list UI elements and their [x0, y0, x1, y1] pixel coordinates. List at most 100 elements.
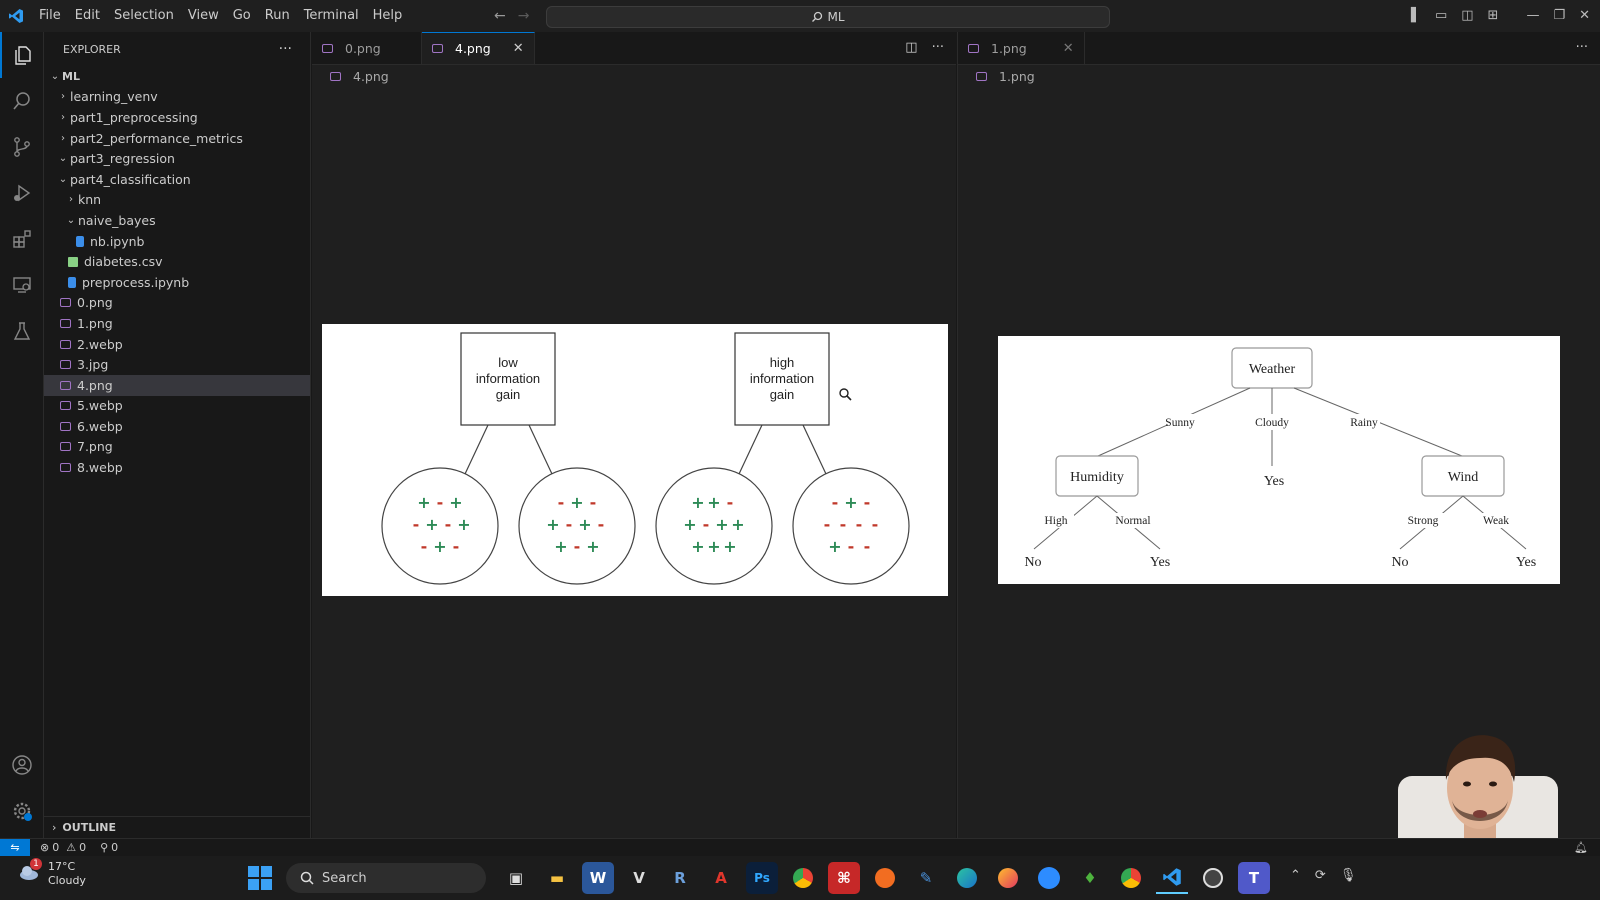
menu-run[interactable]: Run	[258, 0, 297, 32]
acrobat-icon[interactable]: A	[705, 862, 737, 894]
settings-gear-icon[interactable]	[0, 788, 44, 834]
close-window-icon[interactable]: ✕	[1579, 8, 1590, 23]
problems-indicator[interactable]: ⊗ 0 ⚠ 0	[40, 841, 86, 854]
edge-high: High	[1045, 515, 1068, 527]
notifications-bell-icon[interactable]: 🔔︎	[1574, 841, 1588, 854]
zoom-icon[interactable]	[1033, 862, 1065, 894]
testing-flask-icon[interactable]	[0, 308, 44, 354]
tab-0-png[interactable]: 0.png	[312, 32, 422, 64]
r-language-icon[interactable]: R	[664, 862, 696, 894]
firefox-icon[interactable]	[992, 862, 1024, 894]
chevron-down-icon: ⌄	[50, 70, 60, 82]
tab-4-png[interactable]: 4.png ✕	[422, 32, 535, 64]
tab-1-png[interactable]: 1.png ✕	[958, 32, 1085, 64]
breadcrumb-file[interactable]: 1.png	[999, 69, 1035, 84]
tree-file[interactable]: 0.png	[44, 293, 310, 314]
minus-sign: -	[558, 493, 565, 512]
remote-explorer-icon[interactable]	[0, 262, 44, 308]
tree-folder[interactable]: › part1_preprocessing	[44, 107, 310, 128]
customize-layout-icon[interactable]: ⊞	[1488, 8, 1499, 23]
vscode-taskbar-icon[interactable]	[1156, 862, 1188, 894]
more-actions-icon[interactable]: ···	[932, 40, 944, 55]
sync-icon[interactable]: ⟳	[1315, 868, 1326, 883]
tree-file[interactable]: 5.webp	[44, 396, 310, 417]
tree-file[interactable]: preprocess.ipynb	[44, 272, 310, 293]
app-blue-icon[interactable]: ✎	[910, 862, 942, 894]
menu-help[interactable]: Help	[366, 0, 410, 32]
accounts-icon[interactable]	[0, 742, 44, 788]
teams-icon[interactable]: T	[1238, 862, 1270, 894]
extensions-icon[interactable]	[0, 216, 44, 262]
toggle-secondary-sidebar-icon[interactable]: ◫	[1461, 8, 1473, 23]
tree-item-label: 7.png	[77, 439, 113, 455]
minimize-window-icon[interactable]: —	[1526, 8, 1539, 23]
cloud-icon: 1	[18, 858, 42, 882]
chevron-up-icon[interactable]: ⌃	[1290, 868, 1301, 883]
tree-folder[interactable]: › knn	[44, 190, 310, 211]
microphone-icon[interactable]: 🎙︎	[1340, 868, 1357, 883]
close-tab-icon[interactable]: ✕	[1063, 41, 1074, 56]
root-folder-label: ML	[62, 69, 80, 83]
tree-file[interactable]: 4.png	[44, 374, 310, 396]
more-actions-icon[interactable]: ···	[1576, 40, 1588, 55]
sketch-tool-icon[interactable]	[869, 862, 901, 894]
restore-window-icon[interactable]: ❐	[1553, 8, 1565, 23]
tree-folder[interactable]: ⌄ naive_bayes	[44, 210, 310, 231]
task-view-icon[interactable]: ▣	[500, 862, 532, 894]
chrome-profile-icon[interactable]	[1115, 862, 1147, 894]
forward-arrow-icon[interactable]: →	[518, 8, 530, 24]
github-desktop-icon[interactable]	[1197, 862, 1229, 894]
split-editor-icon[interactable]: ◫	[905, 40, 917, 55]
edge-weak: Weak	[1483, 515, 1509, 527]
explorer-root-folder[interactable]: ⌄ ML	[44, 66, 310, 87]
word-icon[interactable]: W	[582, 862, 614, 894]
tree-folder[interactable]: › part2_performance_metrics	[44, 128, 310, 149]
menu-go[interactable]: Go	[226, 0, 258, 32]
menu-edit[interactable]: Edit	[68, 0, 107, 32]
menu-file[interactable]: File	[32, 0, 68, 32]
weather-widget[interactable]: 1 17°C Cloudy	[18, 858, 86, 888]
vectorworks-icon[interactable]: V	[623, 862, 655, 894]
tree-file[interactable]: diabetes.csv	[44, 251, 310, 272]
breadcrumb-file[interactable]: 4.png	[353, 69, 389, 84]
edge-cloudy: Cloudy	[1255, 417, 1289, 429]
menu-view[interactable]: View	[181, 0, 226, 32]
tree-file[interactable]: 7.png	[44, 437, 310, 458]
photoshop-icon[interactable]: Ps	[746, 862, 778, 894]
run-debug-icon[interactable]	[0, 170, 44, 216]
edge-icon[interactable]	[951, 862, 983, 894]
tree-file[interactable]: 2.webp	[44, 334, 310, 355]
tree-folder[interactable]: ⌄ part3_regression	[44, 148, 310, 169]
search-icon[interactable]	[0, 78, 44, 124]
mongodb-icon[interactable]: ♦	[1074, 862, 1106, 894]
toggle-panel-icon[interactable]: ▭	[1435, 8, 1447, 23]
explorer-more-icon[interactable]: ···	[279, 41, 292, 57]
start-windows-icon[interactable]	[248, 866, 272, 890]
tree-file[interactable]: 8.webp	[44, 457, 310, 478]
warning-icon: ⚠	[66, 841, 77, 854]
toggle-sidebar-icon[interactable]: ▌	[1411, 8, 1421, 23]
outline-section[interactable]: › OUTLINE	[44, 816, 311, 838]
back-arrow-icon[interactable]: ←	[494, 8, 506, 24]
file-explorer-icon[interactable]: ▬	[541, 862, 573, 894]
ports-indicator[interactable]: ⚲ 0	[100, 841, 118, 854]
tree-file[interactable]: nb.ipynb	[44, 231, 310, 252]
taskbar-search[interactable]: Search	[286, 863, 486, 893]
plus-sign: +	[683, 515, 696, 534]
pdf-reader-icon[interactable]: ⌘	[828, 862, 860, 894]
remote-indicator-icon[interactable]: ⇋	[0, 838, 30, 857]
tree-file[interactable]: 1.png	[44, 313, 310, 334]
tree-folder[interactable]: ⌄ part4_classification	[44, 169, 310, 190]
chevron-right-icon: ›	[61, 132, 65, 144]
explorer-files-icon[interactable]	[0, 32, 44, 78]
menu-selection[interactable]: Selection	[107, 0, 181, 32]
chrome-icon[interactable]	[787, 862, 819, 894]
tree-folder[interactable]: › learning_venv	[44, 87, 310, 108]
tree-file[interactable]: 3.jpg	[44, 354, 310, 375]
menu-terminal[interactable]: Terminal	[297, 0, 366, 32]
tree-file[interactable]: 6.webp	[44, 416, 310, 437]
command-center-search[interactable]: ML	[546, 6, 1110, 28]
tree-item-label: part3_regression	[70, 151, 175, 167]
source-control-icon[interactable]	[0, 124, 44, 170]
close-tab-icon[interactable]: ✕	[513, 41, 524, 56]
